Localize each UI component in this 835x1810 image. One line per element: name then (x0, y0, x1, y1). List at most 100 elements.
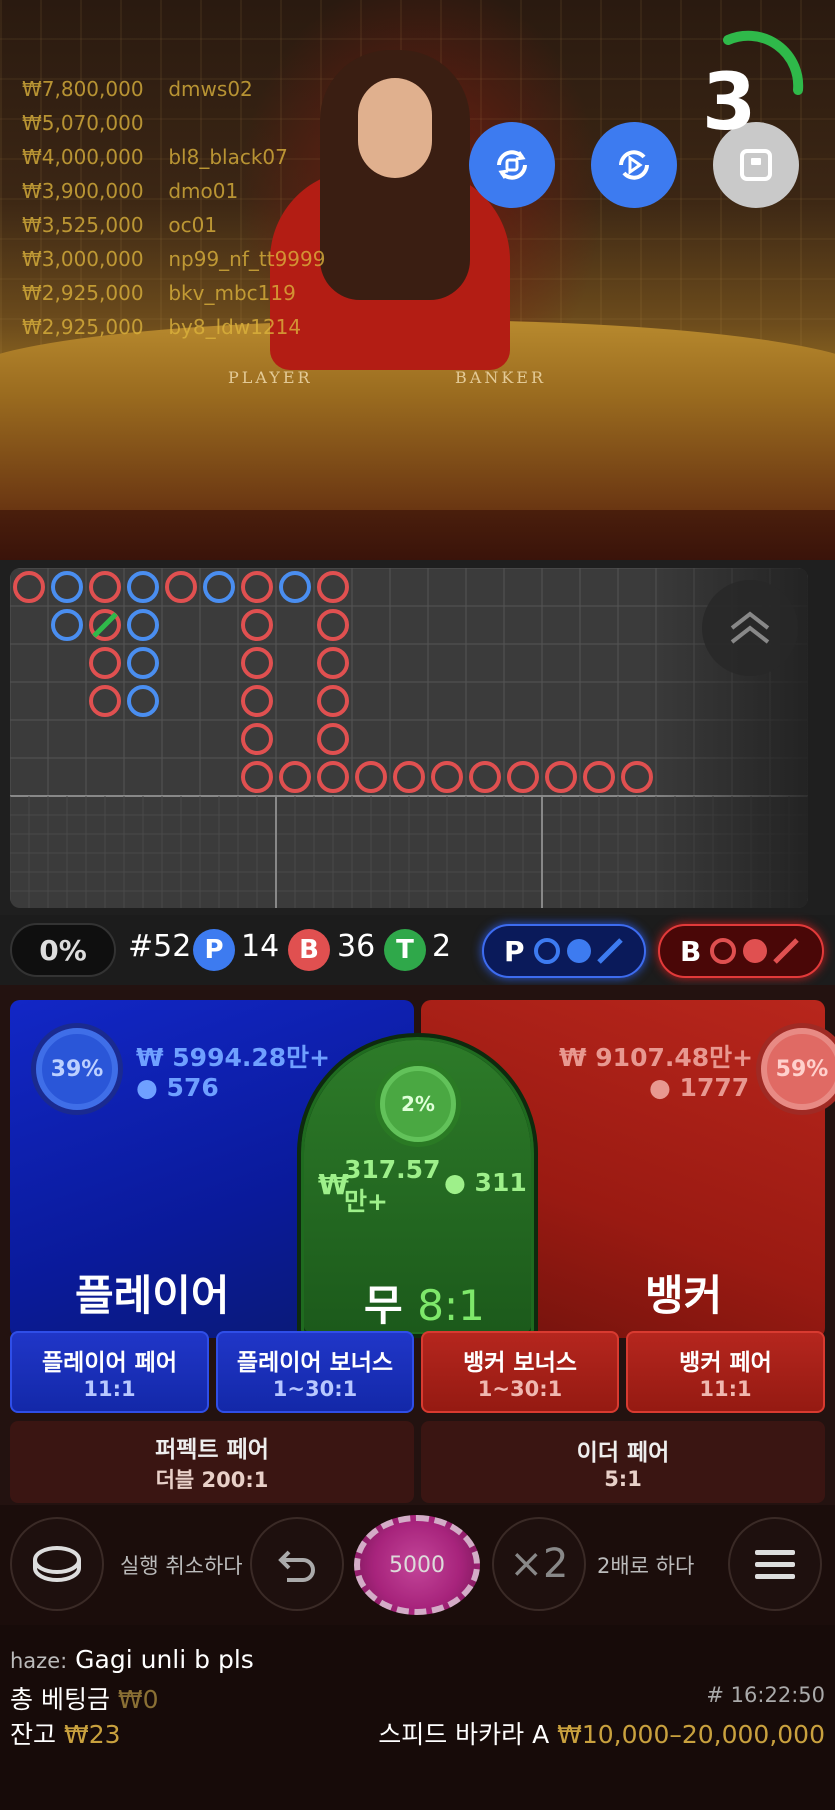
big-road-mark (621, 761, 653, 793)
chat-message: haze: Gagi unli b pls (10, 1645, 254, 1674)
player-bonus-odds: 1~30:1 (272, 1377, 358, 1401)
table-player-label: PLAYER (228, 368, 313, 387)
banker-predict-button[interactable]: B (658, 924, 824, 978)
big-road-mark (127, 647, 159, 679)
double-label: 2배로 하다 (597, 1554, 695, 1578)
user-icon: ● (444, 1168, 466, 1197)
banker-ball: B (288, 929, 330, 971)
player-bonus-bet[interactable]: 플레이어 보너스 1~30:1 (216, 1331, 414, 1413)
banker-bonus-bet[interactable]: 뱅커 보너스 1~30:1 (421, 1331, 619, 1413)
rotate-camera-icon (497, 150, 527, 180)
menu-button[interactable] (728, 1517, 822, 1611)
total-bet: 총 베팅금 ₩0 (10, 1685, 159, 1714)
leaderboard: ₩7,800,000 dmws02 ₩5,070,000 ₩4,000,000 … (22, 72, 325, 344)
either-pair-name: 이더 페어 (576, 1440, 670, 1466)
tie-ball: T (384, 929, 426, 971)
undo-button[interactable] (250, 1517, 344, 1611)
banker-bonus-name: 뱅커 보너스 (463, 1350, 577, 1376)
table-limits: 스피드 바카라 A ₩10,000–20,000,000 (378, 1720, 825, 1749)
big-road-mark (241, 685, 273, 717)
big-road-mark (89, 571, 121, 603)
player-bet-amount: ₩ 5994.28만+ (136, 1043, 331, 1072)
banker-label: 뱅커 (645, 1271, 723, 1320)
tie-percent-ring: 2% (380, 1066, 456, 1142)
leaderboard-row: ₩5,070,000 (22, 111, 144, 135)
bet-controls: 실행 취소하다 5000 ×2 2배로 하다 (0, 1505, 835, 1625)
scoreboard-grid (10, 568, 808, 908)
big-road-mark (241, 571, 273, 603)
player-bonus-name: 플레이어 보너스 (236, 1350, 394, 1376)
either-pair-bet[interactable]: 이더 페어 5:1 (421, 1421, 825, 1503)
double-button[interactable]: ×2 (492, 1517, 586, 1611)
big-road-mark (469, 761, 501, 793)
banker-count: 36 (337, 929, 376, 964)
table-banker-label: BANKER (455, 368, 546, 387)
big-road-mark (583, 761, 615, 793)
perfect-pair-name: 퍼펙트 페어 (155, 1437, 269, 1463)
leaderboard-row: ₩2,925,000 by8_ldw1214 (22, 315, 302, 339)
betting-area: 39% ₩ 5994.28만+ ● 576 플레이어 ₩ 9107.48만+ ●… (0, 985, 835, 1505)
tie-count: 2 (432, 929, 452, 964)
big-road-mark (203, 571, 235, 603)
banker-bet-amount: ₩ 9107.48만+ (559, 1043, 754, 1072)
leaderboard-row: ₩7,800,000 dmws02 (22, 77, 253, 101)
banker-bonus-odds: 1~30:1 (477, 1377, 563, 1401)
countdown-timer: 3 (702, 58, 757, 148)
player-predict-button[interactable]: P (482, 924, 646, 978)
leaderboard-row: ₩3,000,000 np99_nf_tt9999 (22, 247, 326, 271)
big-road-mark (317, 571, 349, 603)
rotate-camera-button[interactable] (469, 122, 555, 208)
big-road-mark (127, 571, 159, 603)
predict-banker-letter: B (680, 934, 702, 968)
live-video-stream: PLAYER BANKER ₩7,800,000 dmws02 ₩5,070,0… (0, 0, 835, 560)
big-road-mark (317, 609, 349, 641)
leaderboard-row: ₩2,925,000 bkv_mbc119 (22, 281, 296, 305)
chevron-up-icon (730, 611, 770, 644)
player-pair-odds: 11:1 (83, 1377, 136, 1401)
user-icon: ● (649, 1073, 671, 1102)
big-road-mark (89, 647, 121, 679)
undo-icon (278, 1550, 315, 1582)
banker-pair-bet[interactable]: 뱅커 페어 11:1 (626, 1331, 825, 1413)
stats-bar: 0% #52 P 14 B 36 T 2 P B (0, 915, 835, 985)
leaderboard-row: ₩3,525,000 oc01 (22, 213, 218, 237)
big-road-mark (317, 761, 349, 793)
big-road-mark (317, 647, 349, 679)
collapse-roadmap-button[interactable] (702, 580, 798, 676)
big-road-mark (241, 723, 273, 755)
tie-bet-amount-unit: 만+ (344, 1187, 388, 1216)
balance: 잔고 ₩23 (10, 1720, 121, 1749)
big-road-mark (241, 647, 273, 679)
chat-user: haze: (10, 1649, 68, 1673)
chat-text: Gagi unli b pls (75, 1645, 254, 1674)
big-road-mark (127, 685, 159, 717)
big-road-mark (507, 761, 539, 793)
player-ball: P (193, 929, 235, 971)
banker-pair-odds: 11:1 (699, 1377, 752, 1401)
player-pair-name: 플레이어 페어 (42, 1350, 177, 1376)
big-road-mark (241, 761, 273, 793)
tie-bet-spot[interactable]: 2% ₩ 317.57 만+ ● 311 무 8:1 (304, 1040, 531, 1332)
big-road-mark (165, 571, 197, 603)
selected-chip[interactable]: 5000 (354, 1515, 480, 1615)
predict-player-letter: P (504, 934, 525, 968)
chip-tray-button[interactable] (10, 1517, 104, 1611)
player-pair-bet[interactable]: 플레이어 페어 11:1 (10, 1331, 209, 1413)
undo-label: 실행 취소하다 (120, 1554, 243, 1578)
big-road-mark (51, 609, 83, 641)
chips-icon (33, 1546, 81, 1582)
banker-pair-name: 뱅커 페어 (679, 1350, 772, 1376)
player-percent-ring: 39% (36, 1028, 118, 1110)
tie-label: 무 8:1 (364, 1281, 485, 1330)
big-road-mark (431, 761, 463, 793)
big-road-mark (127, 609, 159, 641)
big-road-mark (317, 723, 349, 755)
big-road-mark (317, 685, 349, 717)
banker-percent-ring: 59% (761, 1028, 835, 1110)
tie-bet-amount: 317.57 (344, 1155, 441, 1184)
video-settings-button[interactable] (591, 122, 677, 208)
big-road-mark (393, 761, 425, 793)
dealer-face (358, 78, 432, 178)
leaderboard-row: ₩3,900,000 dmo01 (22, 179, 239, 203)
perfect-pair-bet[interactable]: 퍼펙트 페어 더블 200:1 (10, 1421, 414, 1503)
